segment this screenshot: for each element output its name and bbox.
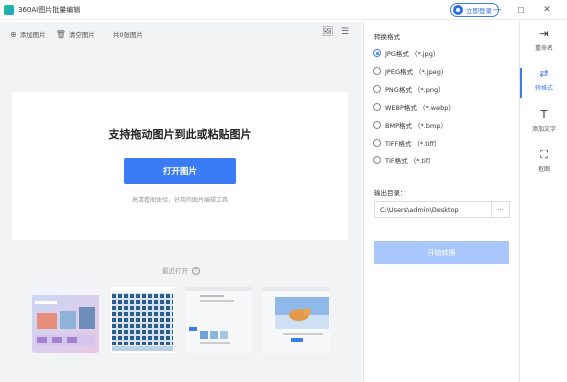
drop-zone-title: 支持拖动图片到此或粘贴图片 (108, 128, 252, 141)
recent-thumbnail-image (186, 287, 252, 353)
sidebar-item-add-text[interactable]: T 添加文字 (520, 108, 567, 134)
sidebar-item-label: 添加文字 (531, 126, 556, 133)
tool-sidebar: ⇥ 重命名 ⇄ 转格式 T 添加文字 ⛶ 抠图 (519, 21, 567, 382)
recent-thumbnail-image (111, 287, 174, 353)
drop-zone[interactable]: 支持拖动图片到此或粘贴图片 打开图片 高清看图体验，好用的图片编辑工具 (12, 92, 348, 240)
convert-title: 转换格式 (374, 33, 400, 41)
sidebar-item-label: 重命名 (534, 45, 553, 52)
format-option-bmp[interactable]: BMP格式 （*.bmp） (373, 120, 447, 130)
sidebar-item-label: 转格式 (534, 85, 553, 92)
format-option-jpg[interactable]: JPG格式 （*.jpg） (373, 48, 439, 58)
sidebar-item-rename[interactable]: ⇥ 重命名 (520, 27, 567, 53)
maximize-button[interactable]: ☐ (514, 3, 528, 17)
recent-thumbnail[interactable] (32, 287, 99, 353)
trash-icon: 🗑 (55, 29, 66, 39)
recent-thumbnail[interactable] (263, 287, 330, 353)
rename-icon: ⇥ (539, 27, 549, 40)
format-label: TIFF格式 （*.tiff） (385, 140, 441, 148)
recent-thumbnail[interactable] (186, 287, 252, 353)
output-dir-field[interactable]: C:\Users\admin\Desktop (374, 201, 492, 218)
radio-selected-icon (373, 49, 381, 57)
image-count: 共0张图片 (112, 31, 143, 39)
login-label: 立即登录 (466, 7, 492, 15)
recent-thumbnail-image (263, 287, 330, 353)
toolbar: ⊕ 添加图片 🗑 清空图片 共0张图片 🖼 ☰ (0, 22, 362, 46)
format-label: JPEG格式 （*.jpeg） (385, 68, 448, 76)
start-convert-button[interactable]: 开始转换 (374, 241, 509, 264)
radio-icon (373, 139, 381, 147)
cutout-icon: ⛶ (540, 148, 548, 161)
sidebar-item-cutout[interactable]: ⛶ 抠图 (520, 148, 567, 174)
format-label: JPG格式 （*.jpg） (385, 50, 440, 58)
open-image-button[interactable]: 打开图片 (124, 158, 236, 184)
thumbnail-view-icon[interactable]: 🖼 (322, 27, 333, 37)
format-option-webp[interactable]: WEBP格式 （*.webp） (373, 102, 455, 112)
browse-button[interactable]: ··· (492, 201, 510, 218)
add-icon: ⊕ (10, 29, 17, 39)
app-title: 360AI图片批量编辑 (18, 5, 81, 14)
format-option-tiff[interactable]: TIFF格式 （*.tiff） (373, 138, 441, 148)
recent-thumbnail[interactable] (111, 287, 174, 353)
format-option-png[interactable]: PNG格式 （*.png） (373, 84, 445, 94)
format-label: PNG格式 （*.png） (385, 86, 445, 94)
format-option-jpeg[interactable]: JPEG格式 （*.jpeg） (373, 66, 447, 76)
format-label: WEBP格式 （*.webp） (385, 104, 455, 112)
add-image-button[interactable]: ⊕ 添加图片 (10, 29, 46, 40)
convert-panel: 转换格式 JPG格式 （*.jpg） JPEG格式 （*.jpeg） PNG格式… (363, 21, 519, 382)
convert-icon: ⇄ (539, 67, 549, 80)
minimize-button[interactable]: — (490, 3, 504, 17)
radio-icon (373, 67, 381, 75)
output-dir-label: 输出目录： (374, 189, 407, 197)
format-label: BMP格式 （*.bmp） (385, 122, 447, 130)
avatar-icon (453, 5, 463, 15)
recent-header: 最近打开? (0, 265, 362, 275)
clear-images-label: 清空图片 (68, 31, 95, 39)
help-icon[interactable]: ? (192, 267, 200, 275)
format-label: TIF格式 （*.tif） (385, 157, 435, 165)
close-button[interactable]: ✕ (540, 3, 554, 17)
radio-icon (373, 85, 381, 93)
add-image-label: 添加图片 (19, 31, 46, 39)
recent-thumbnail-image (32, 287, 99, 353)
sidebar-item-convert[interactable]: ⇄ 转格式 (520, 67, 567, 93)
recent-label: 最近打开 (162, 267, 188, 275)
drop-zone-subtitle: 高清看图体验，好用的图片编辑工具 (131, 197, 228, 204)
list-view-icon[interactable]: ☰ (341, 27, 349, 37)
sidebar-item-label: 抠图 (537, 166, 550, 173)
radio-icon (373, 156, 381, 164)
clear-images-button[interactable]: 🗑 清空图片 (55, 29, 95, 40)
radio-icon (373, 121, 381, 129)
add-text-icon: T (540, 108, 548, 121)
radio-icon (373, 103, 381, 111)
format-option-tif[interactable]: TIF格式 （*.tif） (373, 155, 435, 165)
app-logo-icon (4, 4, 14, 15)
